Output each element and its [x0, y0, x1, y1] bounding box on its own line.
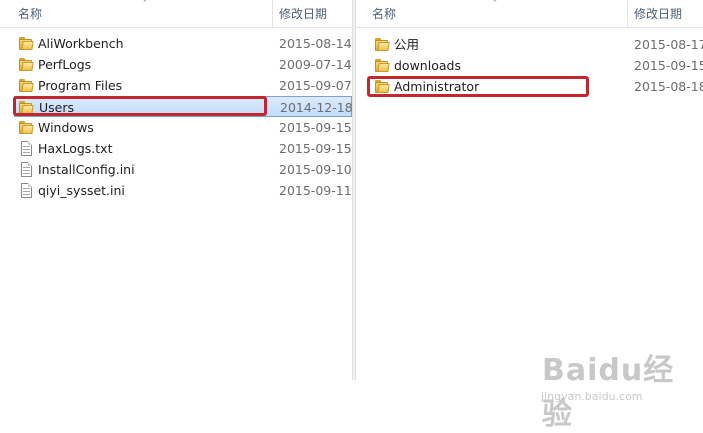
folder-icon: [18, 100, 34, 115]
file-row[interactable]: Program Files 2015-09-07 1: [0, 75, 352, 96]
file-row[interactable]: downloads 2015-09-15: [356, 55, 703, 76]
file-row[interactable]: 公用 2015-08-17: [356, 34, 703, 55]
modified-date: 2015-09-07 1: [279, 78, 352, 93]
folder-icon: [18, 78, 34, 93]
text-file-icon: [18, 141, 34, 156]
folder-icon: [18, 120, 34, 135]
file-name: Users: [39, 100, 75, 115]
left-column-header: ⌃ 名称 修改日期: [0, 0, 352, 28]
file-row[interactable]: AliWorkbench 2015-08-14 1: [0, 33, 352, 54]
modified-date: 2015-09-15: [634, 58, 703, 73]
folder-icon: [374, 79, 390, 94]
right-date-column-header[interactable]: 修改日期: [628, 0, 703, 27]
right-column-header: ⌃ 名称 修改日期: [356, 0, 703, 28]
modified-date: 2014-12-18 1: [280, 100, 352, 115]
left-file-list-pane: ⌃ 名称 修改日期 AliWorkbench 2015-08-14 1 PerfLo…: [0, 0, 352, 380]
left-name-column-header[interactable]: 名称: [12, 0, 272, 27]
file-name: 公用: [394, 37, 420, 52]
file-name: Windows: [38, 120, 94, 135]
file-row[interactable]: qiyi_sysset.ini 2015-09-11 8: [0, 180, 352, 201]
text-file-icon: [18, 162, 34, 177]
file-row[interactable]: InstallConfig.ini 2015-09-10 8: [0, 159, 352, 180]
modified-date: 2015-08-14 1: [279, 36, 352, 51]
file-row[interactable]: PerfLogs 2009-07-14 1: [0, 54, 352, 75]
modified-date: 2015-09-15 9: [279, 120, 352, 135]
file-name: HaxLogs.txt: [38, 141, 113, 156]
file-name: qiyi_sysset.ini: [38, 183, 125, 198]
watermark-url: jingyan.baidu.com: [541, 390, 643, 403]
folder-icon: [374, 37, 390, 52]
modified-date: 2015-09-10 8: [279, 162, 352, 177]
modified-date: 2015-09-11 8: [279, 183, 352, 198]
right-name-column-header[interactable]: 名称: [366, 0, 627, 27]
left-date-column-header[interactable]: 修改日期: [273, 0, 352, 27]
file-row[interactable]: Administrator 2015-08-18: [356, 76, 703, 97]
right-file-list-pane: ⌃ 名称 修改日期 公用 2015-08-17 downloads 2015-09-1…: [356, 0, 703, 380]
text-file-icon: [18, 183, 34, 198]
modified-date: 2009-07-14 1: [279, 57, 352, 72]
file-name: Administrator: [394, 79, 480, 94]
baidu-watermark-logo: Baidu经验: [542, 353, 675, 432]
file-name: downloads: [394, 58, 461, 73]
file-name: PerfLogs: [38, 57, 92, 72]
modified-date: 2015-08-17: [634, 37, 703, 52]
file-row[interactable]: HaxLogs.txt 2015-09-15 8: [0, 138, 352, 159]
folder-icon: [18, 36, 34, 51]
modified-date: 2015-08-18: [634, 79, 703, 94]
folder-icon: [374, 58, 390, 73]
file-row[interactable]: Windows 2015-09-15 9: [0, 117, 352, 138]
modified-date: 2015-09-15 8: [279, 141, 352, 156]
file-name: Program Files: [38, 78, 123, 93]
file-name: InstallConfig.ini: [38, 162, 135, 177]
file-name: AliWorkbench: [38, 36, 124, 51]
file-row[interactable]: Users 2014-12-18 1: [14, 96, 352, 117]
folder-icon: [18, 57, 34, 72]
